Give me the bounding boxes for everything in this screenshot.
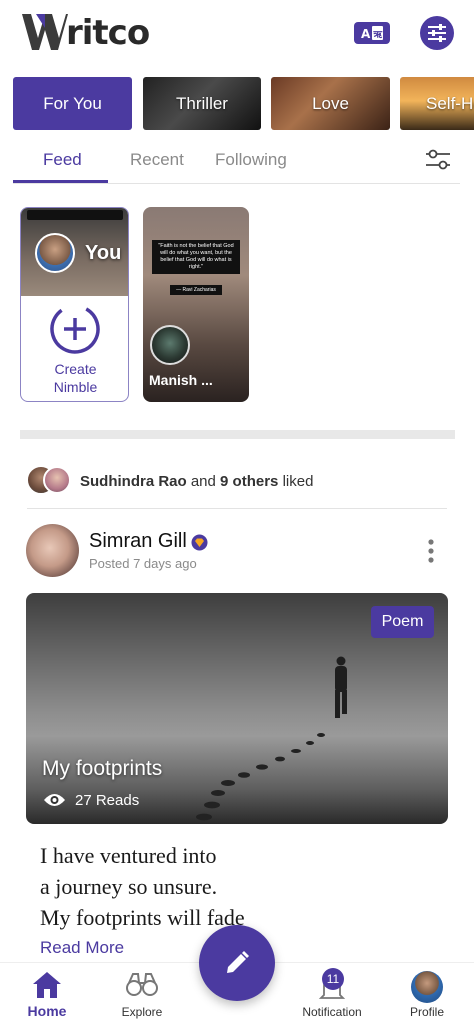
section-divider [20,430,455,439]
category-chip-thriller[interactable]: Thriller [143,77,261,130]
filter-button[interactable] [420,16,454,50]
liked-by-suffix: liked [282,473,314,490]
nav-notification-label: Notification [302,1005,362,1019]
post-title[interactable]: My footprints [42,757,162,781]
translate-button[interactable]: A ऋ [354,22,390,44]
category-label: For You [43,93,102,113]
add-nimble-icon[interactable] [49,303,101,355]
create-nimble-line1: Create [54,361,97,377]
nimble-you-label: You [85,242,122,264]
svg-text:ऋ: ऋ [373,30,383,41]
eye-icon [44,794,65,806]
pencil-icon [227,951,249,973]
home-icon [33,972,61,998]
nav-profile-label: Profile [409,1005,444,1019]
avatar [35,233,75,273]
category-chips: For You Thriller Love Self-He [13,77,474,131]
category-chip-love[interactable]: Love [271,77,390,130]
excerpt-line: My footprints will fade [40,905,245,930]
avatar [411,971,443,1003]
notification-count-badge: 11 [322,968,344,990]
liked-avatars [27,466,73,496]
category-label: Self-He [426,93,474,113]
liked-by-row[interactable]: Sudhindra Rao and 9 others liked [27,465,447,509]
excerpt-line: a journey so unsure. [40,874,218,899]
read-more-link[interactable]: Read More [40,938,124,958]
nimble-card-manish[interactable]: "Faith is not the belief that God will d… [143,207,249,402]
avatar [43,466,71,494]
write-button[interactable] [199,925,275,1001]
liked-by-text: Sudhindra Rao and 9 others liked [80,473,313,490]
nav-explore-label: Explore [121,1005,163,1019]
reads-count: 27 Reads [75,792,140,809]
tab-feed[interactable]: Feed [43,150,82,170]
category-chip-self-help[interactable]: Self-He [400,77,474,130]
category-label: Love [312,93,349,113]
nav-notification[interactable]: 11 Notification [296,963,368,1028]
writco-w-logo-icon [22,14,68,50]
excerpt-line: I have ventured into [40,843,217,868]
create-nimble-card[interactable]: You Create Nimble [20,207,129,402]
logo-text: ritco [66,13,150,53]
writco-logo[interactable]: ritco [22,12,150,54]
filter-sliders-icon [428,24,446,42]
nimble-cover-strip [27,210,123,220]
active-tab-indicator [13,180,108,183]
post-cover-image[interactable]: Poem My footprints 27 Reads [26,593,448,824]
nimble-author-name: Manish ... [149,372,213,388]
svg-text:A: A [361,27,371,41]
nimble-quote: "Faith is not the belief that God will d… [152,240,240,274]
nimble-cover: You [21,208,128,296]
feed-tabs: Feed Recent Following [13,140,460,184]
category-label: Thriller [176,93,228,113]
more-options-icon[interactable] [424,538,438,564]
app-header: ritco A ऋ [0,0,474,70]
avatar [150,325,190,365]
nimble-quote-author: — Ravi Zacharias [170,285,222,295]
nav-explore[interactable]: Explore [112,963,172,1028]
post-excerpt: I have ventured into a journey so unsure… [40,840,245,933]
feed-settings-icon[interactable] [425,148,451,172]
post-author-name[interactable]: Simran Gill [89,530,187,553]
binoculars-icon [126,973,158,996]
nav-profile[interactable]: Profile [398,963,456,1028]
nav-home-label: Home [27,1003,67,1019]
tab-following[interactable]: Following [215,150,287,170]
post-timestamp: Posted 7 days ago [89,556,197,571]
verified-badge-icon [191,534,208,551]
liked-by-connector: and [190,473,216,490]
tab-recent[interactable]: Recent [130,150,184,170]
nav-home[interactable]: Home [18,963,76,1028]
category-chip-for-you[interactable]: For You [13,77,132,130]
create-nimble-label: Create Nimble [21,360,128,396]
post-author-avatar[interactable] [26,524,79,577]
genre-tag: Poem [371,606,434,638]
create-nimble-line2: Nimble [53,379,98,395]
liked-by-name: Sudhindra Rao [80,473,187,490]
liked-by-others: 9 others [220,473,279,490]
translate-icon: A ऋ [361,26,383,41]
